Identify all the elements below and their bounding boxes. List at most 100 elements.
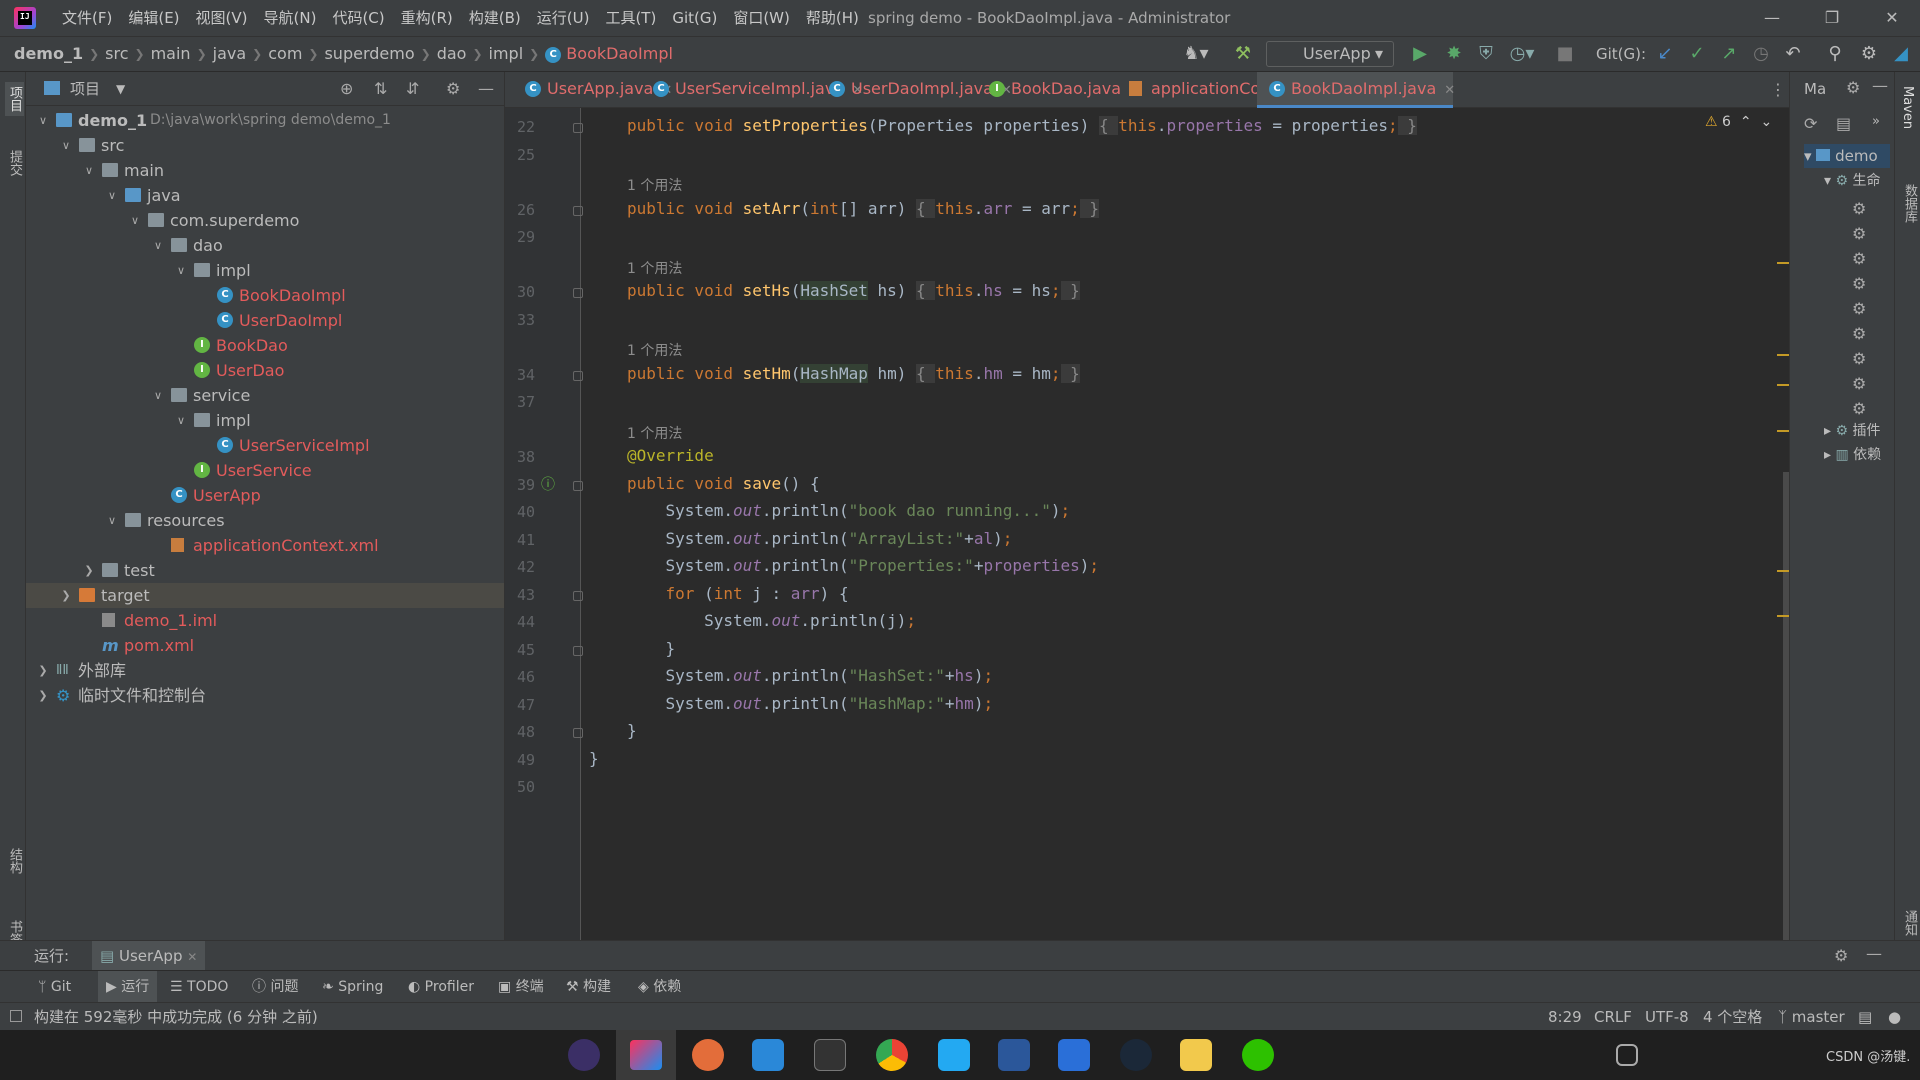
commit-tool-tab[interactable]: 提交 <box>5 150 24 176</box>
override-icon[interactable]: ⓘ <box>541 474 555 494</box>
tree-node[interactable]: I BookDao <box>26 333 504 358</box>
code-line[interactable]: System.out.println("HashSet:"+hs); <box>627 666 994 685</box>
menu-item[interactable]: 运行(U) <box>529 0 598 36</box>
lock-icon[interactable]: ▤ <box>1858 1003 1872 1031</box>
menu-item[interactable]: 编辑(E) <box>120 0 187 36</box>
tree-node[interactable]: C UserApp <box>26 483 504 508</box>
editor-tab[interactable]: CUserApp.java✕ <box>513 72 672 108</box>
fold-icon[interactable] <box>573 590 583 601</box>
menu-item[interactable]: 帮助(H) <box>798 0 867 36</box>
code-line[interactable]: public void save() { <box>627 474 820 493</box>
code-line[interactable]: System.out.println(j); <box>627 611 916 630</box>
chevron-down-icon[interactable]: ∨ <box>174 258 188 283</box>
menu-item[interactable]: 工具(T) <box>597 0 664 36</box>
vscode-icon[interactable] <box>938 1039 970 1071</box>
tree-node[interactable]: ∨ demo_1 D:\java\work\spring demo\demo_1 <box>26 108 504 133</box>
options-gear-icon[interactable]: ⚙ <box>446 72 460 106</box>
close-icon[interactable]: ✕ <box>187 950 197 964</box>
tool-window-button[interactable]: ▣ 终端 <box>498 971 544 1003</box>
file-explorer-icon[interactable] <box>1180 1039 1212 1071</box>
tree-node[interactable]: ❯ test <box>26 558 504 583</box>
locate-icon[interactable]: ⊕ <box>340 72 353 106</box>
tree-node[interactable]: demo_1.iml <box>26 608 504 633</box>
code-line[interactable]: System.out.println("HashMap:"+hm); <box>627 694 994 713</box>
code-line[interactable]: public void setArr(int[] arr) { this.arr… <box>627 198 1100 218</box>
tree-node[interactable]: I UserDao <box>26 358 504 383</box>
code-line[interactable]: System.out.println("book dao running..."… <box>627 501 1071 520</box>
task-view-icon[interactable] <box>1616 1044 1638 1066</box>
maven-plugins[interactable]: ▸ ⚙ 插件 <box>1824 420 1881 440</box>
tree-node[interactable]: m pom.xml <box>26 633 504 658</box>
code-line[interactable]: } <box>589 749 599 768</box>
user-icon[interactable]: ♞▾ <box>1176 37 1216 71</box>
code-line[interactable]: public void setHs(HashSet hs) { this.hs … <box>627 281 1080 300</box>
chrome-icon[interactable] <box>876 1039 908 1071</box>
settings-gear-icon[interactable]: ⚙ <box>1854 37 1884 71</box>
run-icon[interactable]: ▶ <box>1404 37 1436 71</box>
usage-hint[interactable]: 1 个用法 <box>627 340 682 360</box>
menu-item[interactable]: Git(G) <box>664 0 725 36</box>
git-push-icon[interactable]: ↗ <box>1714 37 1744 71</box>
minimize-button[interactable]: — <box>1752 0 1792 36</box>
tree-node[interactable]: ∨ resources <box>26 508 504 533</box>
tree-node[interactable]: C UserDaoImpl <box>26 308 504 333</box>
fold-icon[interactable] <box>573 123 583 133</box>
code-editor[interactable]: 22 25 26 29 30 33 34 37 38 39 ⓘ 40 41 42 43 44 45 46 47 48 4… <box>505 108 1789 942</box>
menu-item[interactable]: 窗口(W) <box>725 0 798 36</box>
breadcrumb-item[interactable]: com <box>262 37 308 71</box>
maven-dependencies[interactable]: ▸ ▥ 依赖 <box>1824 444 1881 464</box>
breadcrumb-item[interactable]: C BookDaoImpl <box>539 37 679 71</box>
chevron-down-icon[interactable]: ∨ <box>82 158 96 183</box>
maven-lifecycle[interactable]: ▾ ⚙ 生命 <box>1824 170 1881 190</box>
tool-window-button[interactable]: ᛘ Git <box>38 971 71 1003</box>
tool-window-button[interactable]: ☰ TODO <box>170 971 228 1003</box>
more-icon[interactable]: » <box>1872 114 1880 129</box>
intellij-taskbar-item[interactable] <box>616 1030 676 1080</box>
editor-tab[interactable]: C BookDaoImpl.java ✕ <box>1257 72 1455 108</box>
menu-item[interactable]: 构建(B) <box>461 0 529 36</box>
fold-icon[interactable] <box>573 728 583 738</box>
fold-icon[interactable] <box>573 288 583 298</box>
chevron-right-icon[interactable]: ❯ <box>36 658 50 683</box>
notifications-tool-tab[interactable]: 通知 <box>1900 910 1919 936</box>
tree-node[interactable]: C BookDaoImpl <box>26 283 504 308</box>
tree-node[interactable]: ❯ ⚙ 临时文件和控制台 <box>26 683 504 708</box>
caret-position[interactable]: 8:29 <box>1548 1003 1582 1031</box>
git-update-icon[interactable]: ↙ <box>1650 37 1680 71</box>
run-settings-gear-icon[interactable]: ⚙ <box>1834 946 1848 965</box>
tabs-menu-icon[interactable]: ⋮ <box>1770 80 1786 99</box>
lifecycle-goals[interactable]: ⚙ ⚙ ⚙ ⚙ ⚙ ⚙ ⚙ ⚙ ⚙ <box>1852 196 1866 421</box>
tree-node[interactable]: applicationContext.xml <box>26 533 504 558</box>
todo-app-icon[interactable] <box>1058 1039 1090 1071</box>
indent-setting[interactable]: 4 个空格 <box>1703 1003 1762 1031</box>
wechat-icon[interactable] <box>1242 1039 1274 1071</box>
browser-icon[interactable] <box>692 1039 724 1071</box>
tree-node[interactable]: ∨ java <box>26 183 504 208</box>
breadcrumb-item[interactable]: main <box>145 37 197 71</box>
code-line[interactable]: } <box>627 721 637 740</box>
tool-window-button[interactable]: ◈ 依赖 <box>638 971 681 1003</box>
fold-icon[interactable] <box>573 480 583 491</box>
maven-settings-gear-icon[interactable]: ⚙ <box>1846 78 1860 97</box>
chevron-down-icon[interactable]: ∨ <box>151 233 165 258</box>
steam-icon[interactable] <box>1120 1039 1152 1071</box>
layout-icon[interactable] <box>10 1010 22 1022</box>
chevron-down-icon[interactable]: ∨ <box>59 133 73 158</box>
breadcrumb-item[interactable]: demo_1 <box>8 37 89 71</box>
rollback-icon[interactable]: ↶ <box>1778 37 1808 71</box>
breadcrumb-item[interactable]: superdemo <box>318 37 420 71</box>
code-line[interactable]: public void setHm(HashMap hm) { this.hm … <box>627 363 1080 383</box>
expand-all-icon[interactable]: ⇅ <box>374 72 387 106</box>
hide-panel-icon[interactable]: — <box>1872 76 1888 95</box>
tree-node[interactable]: ❯ target <box>26 583 504 608</box>
tree-node[interactable]: ∨ impl <box>26 258 504 283</box>
search-icon[interactable]: ⚲ <box>1820 37 1850 71</box>
hide-panel-icon[interactable]: — <box>1866 944 1882 963</box>
inspector-icon[interactable]: ● <box>1888 1003 1901 1031</box>
tree-node[interactable]: ∨ impl <box>26 408 504 433</box>
structure-tool-tab[interactable]: 结构 <box>5 848 24 874</box>
file-encoding[interactable]: UTF-8 <box>1645 1003 1689 1031</box>
tree-node[interactable]: ❯ ⅡⅡ 外部库 <box>26 658 504 683</box>
maven-tool-tab[interactable]: Maven <box>1900 86 1915 129</box>
tree-node[interactable]: ∨ dao <box>26 233 504 258</box>
